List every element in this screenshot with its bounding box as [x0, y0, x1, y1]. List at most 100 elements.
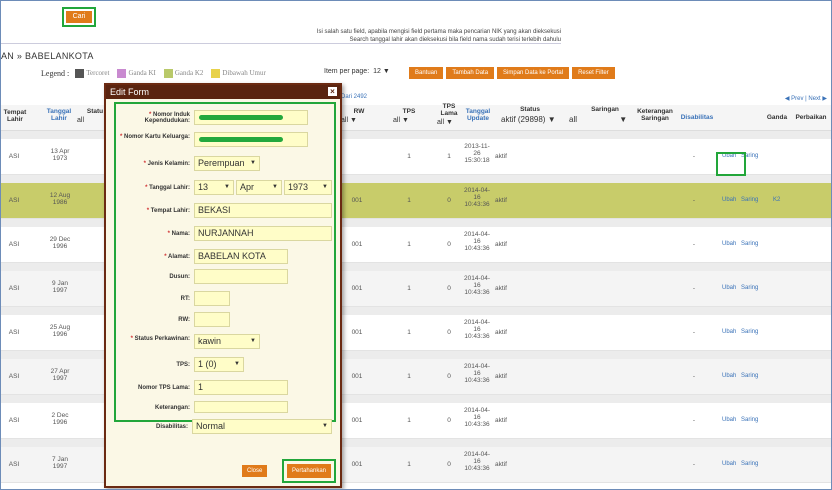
cell-status: aktif [495, 417, 507, 424]
header-tps[interactable]: TPS [399, 108, 419, 115]
rt-input[interactable] [194, 291, 230, 306]
nama-input[interactable]: NURJANNAH [194, 226, 332, 241]
ubah-link[interactable]: Ubah [722, 329, 736, 335]
cell-keterangan: - [692, 417, 696, 424]
ubah-link[interactable]: Ubah [722, 241, 736, 247]
tambah-data-button[interactable]: Tambah Data [446, 67, 495, 79]
day-value: 13 [198, 182, 209, 192]
cell-tps: 1 [407, 285, 411, 292]
saring-link[interactable]: Saring [741, 329, 758, 335]
disabilitas-select[interactable]: Normal ▼ [192, 419, 332, 434]
header-tps-lama[interactable]: TPS Lama [439, 103, 459, 117]
saring-link[interactable]: Saring [741, 197, 758, 203]
header-perbaikan[interactable]: Perbaikan [791, 114, 831, 121]
keterangan-input[interactable] [194, 401, 288, 413]
close-icon[interactable]: × [328, 87, 337, 96]
nik-input[interactable] [194, 110, 308, 125]
header-rw[interactable]: RW [349, 108, 369, 115]
tps-select[interactable]: 1 (0) ▼ [194, 357, 244, 372]
bantuan-button[interactable]: Bantuan [409, 67, 444, 79]
ubah-link[interactable]: Ubah [722, 197, 736, 203]
cell-tps: 1 [407, 417, 411, 424]
cell-rw: 001 [351, 329, 363, 336]
cell-tps-lama: 0 [447, 373, 451, 380]
legend-item-ganda-k1: Ganda KI [117, 68, 156, 78]
save-highlight: Pertahankan [282, 459, 336, 483]
filter-select[interactable]: all [77, 117, 84, 124]
modal-title-bar[interactable]: Edit Form × [106, 85, 340, 99]
tps-lama-input[interactable]: 1 [194, 380, 288, 395]
pertahankan-button[interactable]: Pertahankan [287, 464, 331, 478]
legend-item-ganda-k2: Ganda K2 [163, 68, 203, 78]
cell-keterangan: - [692, 285, 696, 292]
ubah-link[interactable]: Ubah [722, 285, 736, 291]
header-tanggal-lahir[interactable]: Tanggal Lahir [45, 108, 73, 122]
alamat-input[interactable]: BABELAN KOTA [194, 249, 288, 264]
dusun-input[interactable] [194, 269, 288, 284]
header-status[interactable]: Status [513, 106, 547, 113]
cell-ganda: K2 [773, 197, 781, 203]
cell-tps-lama: 1 [447, 153, 451, 160]
saring-link[interactable]: Saring [741, 417, 758, 423]
cell-tempat-lahir: ASI [8, 197, 20, 204]
toolbar: Bantuan Tambah Data Simpan Data ke Porta… [409, 67, 615, 79]
tempat-lahir-input[interactable]: BEKASI [194, 203, 332, 218]
rw-input[interactable] [194, 312, 230, 327]
cell-tanggal-update: 2014-04-16 10:43:36 [463, 451, 491, 472]
ubah-link[interactable]: Ubah [722, 417, 736, 423]
status-perkawinan-select[interactable]: kawin ▼ [194, 334, 260, 349]
cell-tempat-lahir: ASI [8, 285, 20, 292]
simpan-portal-button[interactable]: Simpan Data ke Portal [497, 67, 570, 79]
search-hint: Isi salah satu field, apabila mengisi fi… [271, 28, 561, 44]
reset-filter-button[interactable]: Reset Filter [572, 67, 615, 79]
cell-status: aktif [495, 197, 507, 204]
cell-status: aktif [495, 461, 507, 468]
swatch-icon [75, 68, 85, 78]
status-label: * Status Perkawinan: [130, 336, 190, 342]
cell-tempat-lahir: ASI [8, 241, 20, 248]
cell-tanggal-lahir: 2 Dec 1996 [51, 412, 69, 426]
cari-button[interactable]: Cari [66, 11, 92, 23]
disabilitas-label: Disabilitas: [155, 424, 188, 430]
header-disabilitas[interactable]: Disabilitas [679, 114, 715, 121]
chevron-down-icon: ▼ [547, 115, 556, 124]
rw-filter[interactable]: all ▼ [341, 117, 357, 124]
tps-filter[interactable]: all ▼ [393, 117, 409, 124]
per-page-select[interactable]: 12 ▼ [373, 68, 390, 75]
cell-tps-lama: 0 [447, 241, 451, 248]
status-filter[interactable]: aktif (29898) ▼ [501, 115, 556, 124]
saring-link[interactable]: Saring [741, 285, 758, 291]
masked-value [199, 137, 283, 142]
legend-item-dibawah-umur: Dibawah Umur [211, 68, 266, 78]
header-tanggal-update[interactable]: Tanggal Update [465, 108, 491, 122]
close-button[interactable]: Close [242, 465, 268, 477]
saringan-filter[interactable]: all ▼ [569, 115, 627, 124]
chevron-down-icon: ▼ [322, 184, 328, 190]
month-select[interactable]: Apr ▼ [236, 180, 282, 195]
ubah-link[interactable]: Ubah [722, 461, 736, 467]
saring-link[interactable]: Saring [741, 461, 758, 467]
tgl-label: * Tanggal Lahir: [145, 185, 190, 191]
saring-link[interactable]: Saring [741, 373, 758, 379]
year-select[interactable]: 1973 ▼ [284, 180, 332, 195]
ubah-link[interactable]: Ubah [722, 373, 736, 379]
cell-rw: 001 [351, 241, 363, 248]
jenis-kelamin-select[interactable]: Perempuan ▼ [194, 156, 260, 171]
legend-item-label: Tercoret [86, 69, 110, 77]
cell-tps: 1 [407, 329, 411, 336]
legend: Legend : Tercoret Ganda KI Ganda K2 Diba… [41, 67, 270, 79]
header-ganda[interactable]: Ganda [765, 114, 789, 121]
header-saringan[interactable]: Saringan [585, 106, 625, 113]
tps-lama-filter[interactable]: all ▼ [437, 119, 453, 126]
day-select[interactable]: 13 ▼ [194, 180, 234, 195]
chevron-down-icon: ▼ [272, 184, 278, 190]
pager[interactable]: ◀ Prev | Next ▶ [785, 95, 827, 102]
kk-input[interactable] [194, 132, 308, 147]
header-keterangan-saringan[interactable]: Keterangan Saringan [633, 108, 677, 122]
tgl-label-text: Tanggal Lahir: [149, 185, 190, 191]
cell-tanggal-update: 2014-04-16 10:43:36 [463, 231, 491, 252]
cell-rw: 001 [351, 285, 363, 292]
per-page-value: 12 [373, 68, 381, 75]
header-tempat-lahir[interactable]: Tempat Lahir [3, 109, 27, 123]
saring-link[interactable]: Saring [741, 241, 758, 247]
